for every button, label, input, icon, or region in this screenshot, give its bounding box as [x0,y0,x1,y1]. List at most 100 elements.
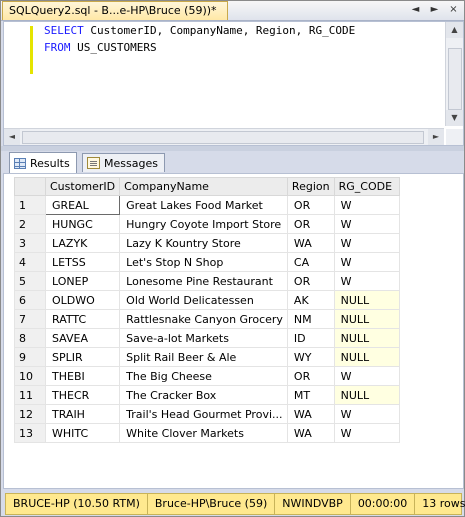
cell-region[interactable]: WA [286,233,335,253]
scroll-right-icon[interactable]: ► [428,3,441,16]
cell-companyname[interactable]: Save-a-lot Markets [119,328,288,348]
cell-region[interactable]: OR [286,271,335,291]
cell-companyname[interactable]: Lonesome Pine Restaurant [119,271,288,291]
cell-region[interactable]: MT [286,385,335,405]
row-number[interactable]: 2 [14,214,46,234]
cell-region[interactable]: OR [286,214,335,234]
table-row[interactable]: 6 OLDWO Old World Delicatessen AK NULL [14,290,400,310]
cell-companyname[interactable]: Great Lakes Food Market [119,195,288,215]
column-header-companyname[interactable]: CompanyName [119,177,288,196]
row-number[interactable]: 1 [14,195,46,215]
scroll-right-arrow-icon[interactable]: ► [428,129,444,145]
close-icon[interactable]: × [447,3,460,16]
row-number[interactable]: 5 [14,271,46,291]
cell-companyname[interactable]: Hungry Coyote Import Store [119,214,288,234]
table-row[interactable]: 8 SAVEA Save-a-lot Markets ID NULL [14,328,400,348]
cell-rg-code[interactable]: NULL [333,347,400,367]
cell-rg-code[interactable]: W [333,271,400,291]
horizontal-scroll-thumb[interactable] [22,131,424,144]
tab-messages[interactable]: Messages [82,153,165,172]
cell-customerid[interactable]: THEBI [44,366,121,386]
cell-region[interactable]: NM [286,309,335,329]
cell-region[interactable]: ID [286,328,335,348]
table-row[interactable]: 4 LETSS Let's Stop N Shop CA W [14,252,400,272]
cell-companyname[interactable]: Old World Delicatessen [119,290,288,310]
cell-customerid[interactable]: OLDWO [44,290,121,310]
cell-companyname[interactable]: The Cracker Box [119,385,288,405]
row-number[interactable]: 11 [14,385,46,405]
cell-rg-code[interactable]: W [333,252,400,272]
cell-region[interactable]: WA [286,423,335,443]
row-number[interactable]: 7 [14,309,46,329]
cell-customerid[interactable]: WHITC [44,423,121,443]
cell-customerid[interactable]: RATTC [44,309,121,329]
row-number-header[interactable] [14,177,46,196]
cell-region[interactable]: CA [286,252,335,272]
table-row[interactable]: 11 THECR The Cracker Box MT NULL [14,385,400,405]
cell-companyname[interactable]: Lazy K Kountry Store [119,233,288,253]
row-number[interactable]: 3 [14,233,46,253]
table-row[interactable]: 9 SPLIR Split Rail Beer & Ale WY NULL [14,347,400,367]
results-grid[interactable]: CustomerID CompanyName Region RG_CODE 1G… [3,173,464,489]
cell-customerid[interactable]: GREAL [44,195,121,215]
cell-customerid[interactable]: LONEP [44,271,121,291]
cell-rg-code[interactable]: W [333,195,400,215]
cell-region[interactable]: OR [286,366,335,386]
cell-rg-code[interactable]: NULL [333,290,400,310]
cell-customerid[interactable]: LETSS [44,252,121,272]
editor-vertical-scrollbar[interactable]: ▲ ▼ [445,22,463,126]
scroll-down-icon[interactable]: ▼ [446,110,463,126]
cell-rg-code[interactable]: NULL [333,309,400,329]
cell-region[interactable]: OR [286,195,335,215]
cell-customerid[interactable]: LAZYK [44,233,121,253]
table-row[interactable]: 7 RATTC Rattlesnake Canyon Grocery NM NULL [14,309,400,329]
table-row[interactable]: 13 WHITC White Clover Markets WA W [14,423,400,443]
editor-horizontal-scrollbar[interactable]: ◄ ► [4,128,444,145]
row-number[interactable]: 4 [14,252,46,272]
tab-results[interactable]: Results [9,152,77,173]
cell-companyname[interactable]: Rattlesnake Canyon Grocery [119,309,288,329]
scroll-left-arrow-icon[interactable]: ◄ [4,129,20,145]
cell-companyname[interactable]: Let's Stop N Shop [119,252,288,272]
cell-region[interactable]: WY [286,347,335,367]
scroll-left-icon[interactable]: ◄ [409,3,422,16]
column-header-rg-code[interactable]: RG_CODE [333,177,400,196]
cell-rg-code[interactable]: NULL [333,385,400,405]
cell-rg-code[interactable]: W [333,423,400,443]
row-number[interactable]: 9 [14,347,46,367]
cell-customerid[interactable]: HUNGC [44,214,121,234]
cell-companyname[interactable]: Split Rail Beer & Ale [119,347,288,367]
cell-rg-code[interactable]: NULL [333,328,400,348]
row-number[interactable]: 6 [14,290,46,310]
cell-companyname[interactable]: Trail's Head Gourmet Provi... [119,404,288,424]
cell-rg-code[interactable]: W [333,233,400,253]
row-number[interactable]: 13 [14,423,46,443]
cell-customerid[interactable]: TRAIH [44,404,121,424]
table-row[interactable]: 12 TRAIH Trail's Head Gourmet Provi... WA W [14,404,400,424]
row-number[interactable]: 10 [14,366,46,386]
query-document-tab[interactable]: SQLQuery2.sql - B...e-HP\Bruce (59))* [2,1,228,20]
cell-customerid[interactable]: THECR [44,385,121,405]
cell-rg-code[interactable]: W [333,404,400,424]
cell-rg-code[interactable]: W [333,214,400,234]
column-header-region[interactable]: Region [286,177,335,196]
row-number[interactable]: 12 [14,404,46,424]
cell-region[interactable]: WA [286,404,335,424]
cell-rg-code[interactable]: W [333,366,400,386]
vertical-scroll-thumb[interactable] [448,48,462,110]
sql-code[interactable]: SELECT CustomerID, CompanyName, Region, … [44,22,355,56]
table-row[interactable]: 3 LAZYK Lazy K Kountry Store WA W [14,233,400,253]
sql-editor[interactable]: SELECT CustomerID, CompanyName, Region, … [3,21,464,146]
table-row[interactable]: 1 GREAL Great Lakes Food Market OR W [14,195,400,215]
cell-companyname[interactable]: White Clover Markets [119,423,288,443]
cell-customerid[interactable]: SPLIR [44,347,121,367]
table-row[interactable]: 2 HUNGC Hungry Coyote Import Store OR W [14,214,400,234]
table-row[interactable]: 5 LONEP Lonesome Pine Restaurant OR W [14,271,400,291]
cell-companyname[interactable]: The Big Cheese [119,366,288,386]
table-row[interactable]: 10 THEBI The Big Cheese OR W [14,366,400,386]
cell-region[interactable]: AK [286,290,335,310]
scroll-up-icon[interactable]: ▲ [446,22,463,38]
cell-customerid[interactable]: SAVEA [44,328,121,348]
row-number[interactable]: 8 [14,328,46,348]
column-header-customerid[interactable]: CustomerID [44,177,121,196]
